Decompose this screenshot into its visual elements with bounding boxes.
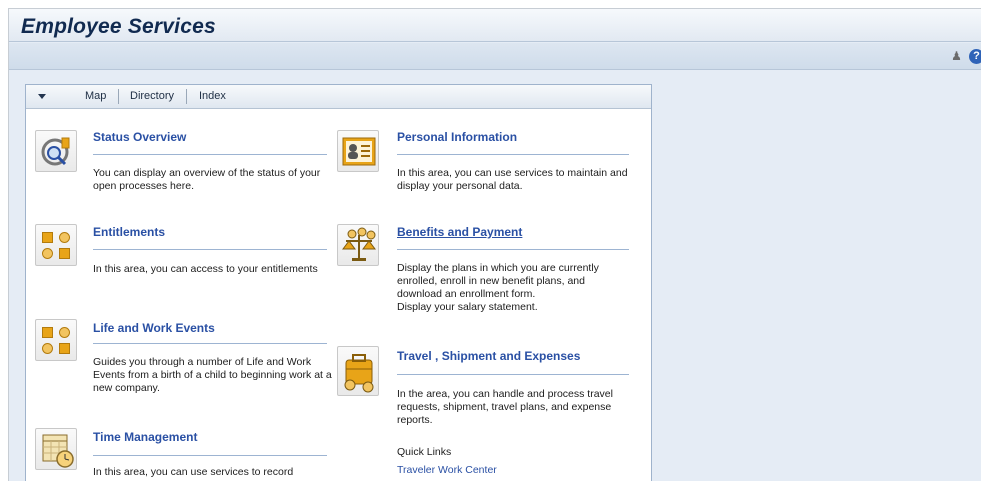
directory-link[interactable]: Directory xyxy=(130,90,174,102)
person-icon[interactable]: ♟ xyxy=(949,49,964,64)
panel-header: Map Directory Index xyxy=(26,85,651,109)
travel-expenses-title[interactable]: Travel , Shipment and Expenses xyxy=(397,349,580,363)
benefits-payment-icon[interactable] xyxy=(337,224,379,266)
benefits-payment-description: Display the plans in which you are curre… xyxy=(397,262,599,300)
divider xyxy=(397,374,629,375)
status-overview-icon[interactable] xyxy=(35,130,77,172)
divider xyxy=(93,249,327,250)
entitlements-title[interactable]: Entitlements xyxy=(93,225,165,239)
page-title: Employee Services xyxy=(21,15,216,38)
collapse-toggle-icon[interactable] xyxy=(36,91,48,103)
separator xyxy=(118,89,119,104)
toolbar: ♟ ? xyxy=(9,43,981,70)
time-management-icon[interactable] xyxy=(35,428,77,470)
time-management-description: In this area, you can use services to re… xyxy=(93,466,294,478)
help-icon[interactable]: ? xyxy=(969,49,981,64)
traveler-work-center-link[interactable]: Traveler Work Center xyxy=(397,464,497,476)
divider xyxy=(93,154,327,155)
travel-expenses-description: In the area, you can handle and process … xyxy=(397,388,613,426)
personal-information-icon[interactable] xyxy=(337,130,379,172)
employee-services-window: Employee Services ♟ ? Map Directory Inde… xyxy=(8,8,981,481)
separator xyxy=(186,89,187,104)
services-panel: Map Directory Index Status Overview You … xyxy=(25,84,652,481)
salary-statement-text: Display your salary statement. xyxy=(397,301,538,313)
status-overview-title[interactable]: Status Overview xyxy=(93,130,186,144)
divider xyxy=(397,249,629,250)
entitlements-description: In this area, you can access to your ent… xyxy=(93,263,318,275)
personal-information-title[interactable]: Personal Information xyxy=(397,130,517,144)
life-work-events-icon[interactable] xyxy=(35,319,77,361)
divider xyxy=(93,343,327,344)
travel-expenses-icon[interactable] xyxy=(337,346,379,396)
divider xyxy=(397,154,629,155)
map-link[interactable]: Map xyxy=(85,90,106,102)
divider xyxy=(93,455,327,456)
quick-links-label: Quick Links xyxy=(397,446,452,458)
benefits-payment-title[interactable]: Benefits and Payment xyxy=(397,225,522,239)
status-overview-description: You can display an overview of the statu… xyxy=(93,167,321,192)
index-link[interactable]: Index xyxy=(199,90,226,102)
title-bar: Employee Services xyxy=(9,9,981,42)
personal-information-description: In this area, you can use services to ma… xyxy=(397,167,628,192)
life-work-events-title[interactable]: Life and Work Events xyxy=(93,321,215,335)
entitlements-icon[interactable] xyxy=(35,224,77,266)
life-work-events-description: Guides you through a number of Life and … xyxy=(93,356,332,394)
time-management-title[interactable]: Time Management xyxy=(93,430,197,444)
